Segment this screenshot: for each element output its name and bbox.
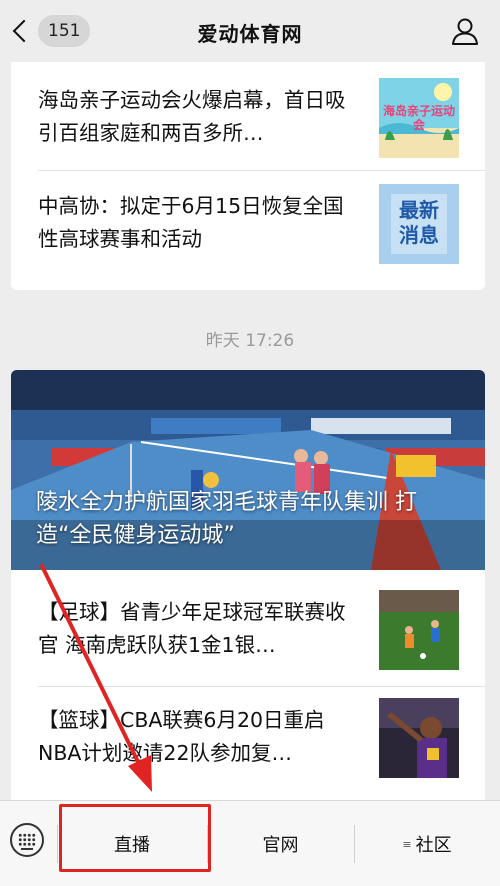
article-thumbnail	[379, 590, 459, 670]
profile-icon[interactable]	[450, 16, 480, 46]
menu-item-official-site[interactable]: 官网	[207, 801, 354, 886]
keyboard-toggle-icon[interactable]	[10, 823, 44, 857]
bottom-menu-bar: 直播 官网 ≡ 社区	[0, 800, 500, 886]
menu-item-live[interactable]: 直播	[57, 801, 207, 886]
top-nav-bar: 151 爱动体育网	[0, 0, 500, 62]
keyboard-keys	[18, 833, 36, 847]
article-item[interactable]: 【篮球】CBA联赛6月20日重启 NBA计划邀请22队参加复…	[11, 686, 485, 800]
menu-item-label: 直播	[114, 835, 150, 856]
menu-item-label: 官网	[262, 835, 299, 856]
article-title: 中高协：拟定于6月15日恢复全国性高球赛事和活动	[38, 194, 344, 251]
hero-caption: 陵水全力护航国家羽毛球青年队集训 打造“全民健身运动城”	[36, 490, 417, 548]
article-item[interactable]: 【足球】省青少年足球冠军联赛收官 海南虎跃队获1金1银…	[11, 570, 485, 686]
article-title: 【篮球】CBA联赛6月20日重启 NBA计划邀请22队参加复…	[38, 708, 325, 765]
thumbnail-text: 最新消息	[399, 198, 439, 247]
article-item[interactable]: 海岛亲子运动会火爆启幕，首日吸引百组家庭和两百多所… 海岛亲子运动会	[11, 62, 485, 170]
menu-item-community[interactable]: ≡ 社区	[354, 801, 500, 886]
page-title: 爱动体育网	[197, 22, 303, 46]
article-title: 【足球】省青少年足球冠军联赛收官 海南虎跃队获1金1银…	[38, 600, 346, 657]
article-thumbnail: 最新消息	[379, 184, 459, 264]
article-card: 陵水全力护航国家羽毛球青年队集训 打造“全民健身运动城” 【足球】省青少年足球冠…	[11, 370, 485, 800]
article-item[interactable]: 中高协：拟定于6月15日恢复全国性高球赛事和活动 最新消息	[11, 170, 485, 290]
article-title: 海岛亲子运动会火爆启幕，首日吸引百组家庭和两百多所…	[38, 88, 346, 145]
thumbnail-text: 海岛亲子运动会	[383, 104, 456, 132]
article-thumbnail	[379, 698, 459, 778]
keyboard-spacebar	[21, 848, 33, 850]
menu-item-label: 社区	[415, 835, 452, 856]
hero-image[interactable]: 陵水全力护航国家羽毛球青年队集训 打造“全民健身运动城”	[11, 370, 485, 570]
submenu-list-icon: ≡	[402, 837, 412, 851]
article-thumbnail: 海岛亲子运动会	[379, 78, 459, 158]
article-card-previous: 海岛亲子运动会火爆启幕，首日吸引百组家庭和两百多所… 海岛亲子运动会 中高协：拟…	[11, 62, 485, 290]
message-timestamp: 昨天 17:26	[205, 331, 295, 351]
